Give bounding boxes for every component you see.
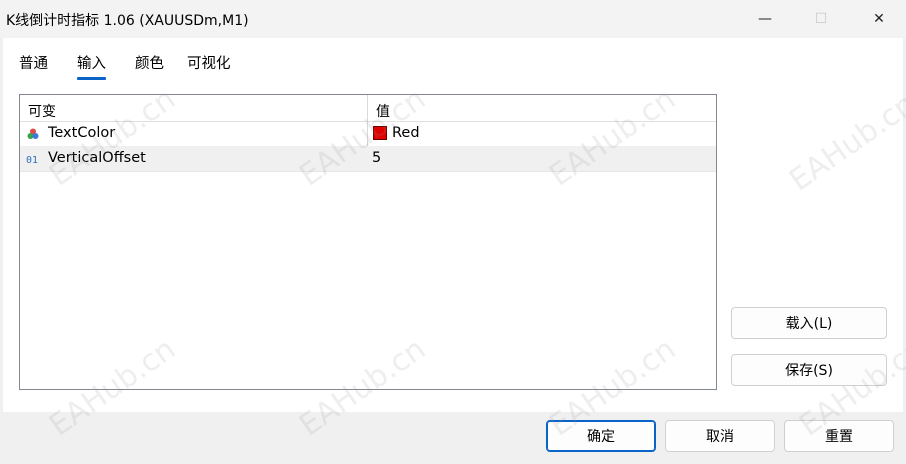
table-header: 可变 值 bbox=[20, 95, 716, 122]
tab-inputs[interactable]: 输入 bbox=[77, 52, 106, 80]
color-swatch[interactable] bbox=[373, 126, 387, 140]
color-palette-icon bbox=[27, 128, 39, 139]
close-icon: ✕ bbox=[873, 11, 885, 27]
title-bar: K线倒计时指标 1.06 (XAUUSDm,M1) — ☐ ✕ bbox=[0, 0, 906, 38]
minimize-icon: — bbox=[758, 11, 772, 27]
cancel-button[interactable]: 取消 bbox=[665, 420, 775, 452]
save-button[interactable]: 保存(S) bbox=[731, 354, 887, 386]
maximize-button[interactable]: ☐ bbox=[798, 0, 844, 38]
header-variable[interactable]: 可变 bbox=[28, 101, 56, 121]
minimize-button[interactable]: — bbox=[742, 0, 788, 38]
tab-colors[interactable]: 颜色 bbox=[135, 52, 164, 73]
svg-text:01: 01 bbox=[26, 155, 38, 166]
row-name: TextColor bbox=[48, 125, 116, 141]
reset-button[interactable]: 重置 bbox=[784, 420, 894, 452]
row-value[interactable]: 5 bbox=[372, 150, 381, 166]
close-button[interactable]: ✕ bbox=[856, 0, 902, 38]
load-button[interactable]: 载入(L) bbox=[731, 307, 887, 339]
window-title: K线倒计时指标 1.06 (XAUUSDm,M1) bbox=[6, 13, 249, 29]
dialog-content: 普通 输入 颜色 可视化 可变 值 TextColor Red 01 Verti… bbox=[3, 38, 903, 412]
tab-bar: 普通 输入 颜色 可视化 bbox=[3, 38, 303, 80]
header-value[interactable]: 值 bbox=[376, 101, 390, 121]
row-value[interactable]: Red bbox=[392, 125, 420, 141]
ok-button[interactable]: 确定 bbox=[546, 420, 656, 452]
numeric-01-icon: 01 bbox=[26, 155, 38, 166]
table-row[interactable]: TextColor Red bbox=[20, 121, 716, 147]
table-row[interactable]: 01 VerticalOffset 5 bbox=[20, 146, 716, 172]
tab-common[interactable]: 普通 bbox=[19, 52, 48, 73]
maximize-icon: ☐ bbox=[814, 11, 828, 27]
tab-visualization[interactable]: 可视化 bbox=[187, 52, 231, 73]
inputs-table: 可变 值 TextColor Red 01 VerticalOffset 5 bbox=[19, 94, 717, 390]
row-name: VerticalOffset bbox=[48, 150, 146, 166]
